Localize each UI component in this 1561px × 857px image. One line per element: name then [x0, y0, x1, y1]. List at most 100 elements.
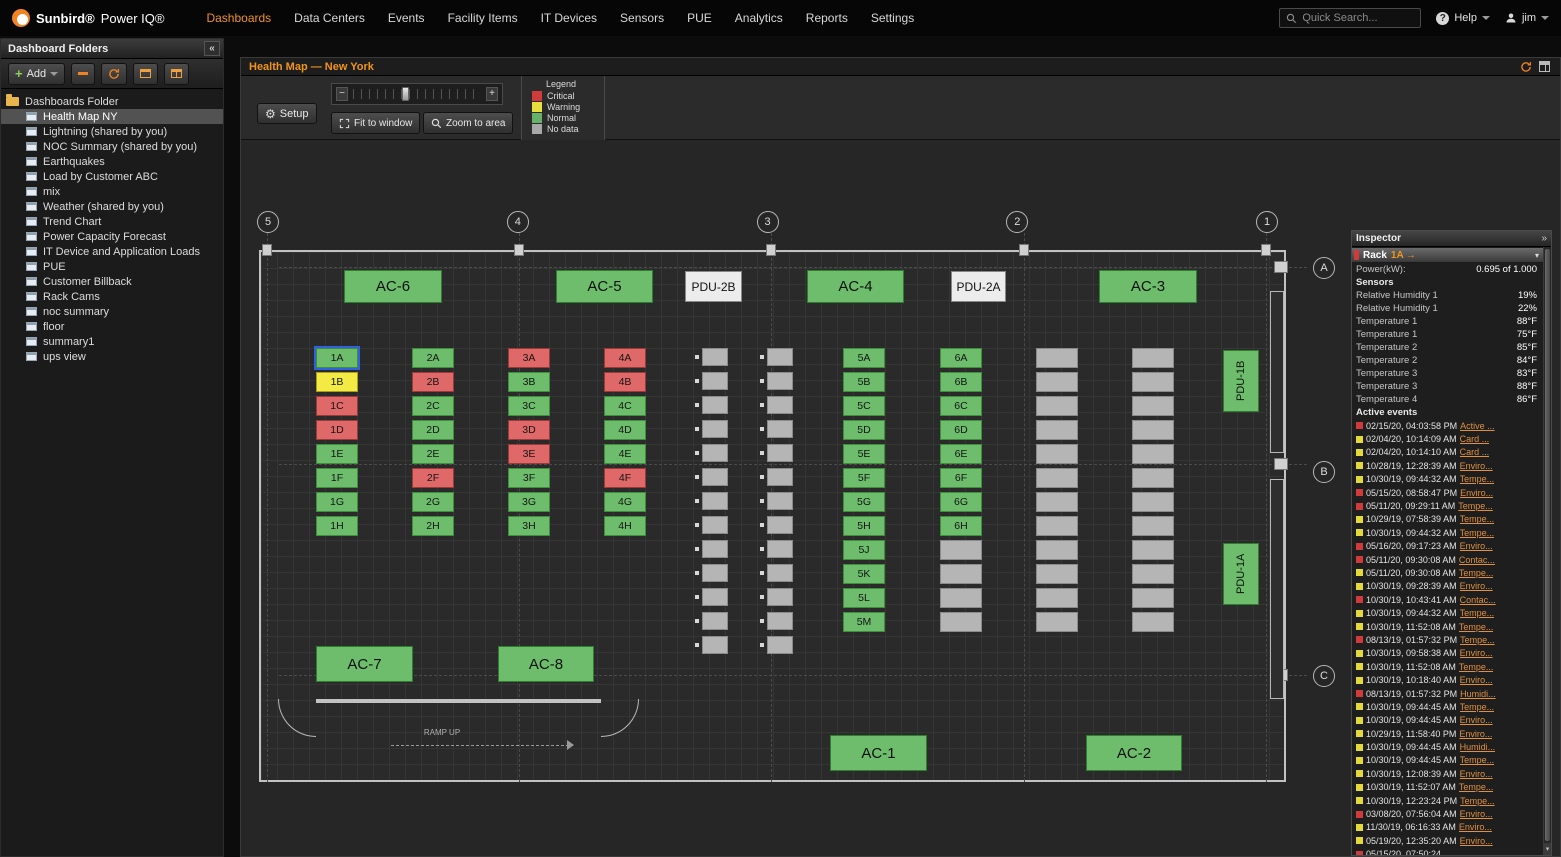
event-link[interactable]: Tempe...	[1460, 514, 1495, 524]
rack[interactable]: 2G	[412, 492, 454, 512]
rack[interactable]: 6B	[940, 372, 982, 392]
rack[interactable]: 1C	[316, 396, 358, 416]
rack[interactable]: 5A	[843, 348, 885, 368]
rack[interactable]: 4B	[604, 372, 646, 392]
event-link[interactable]: Tempe...	[1459, 782, 1494, 792]
rack[interactable]	[1036, 468, 1078, 488]
nav-item[interactable]: Facility Items	[448, 11, 518, 25]
event-link[interactable]: Tempe...	[1460, 635, 1495, 645]
zoom-out-icon[interactable]: −	[336, 87, 348, 101]
pdu-unit[interactable]: PDU-1B	[1223, 350, 1259, 412]
rack[interactable]	[767, 588, 793, 606]
rack[interactable]: 3H	[508, 516, 550, 536]
rack[interactable]: 1D	[316, 420, 358, 440]
rack[interactable]	[767, 420, 793, 438]
rack[interactable]	[1036, 540, 1078, 560]
rack[interactable]	[767, 612, 793, 630]
rack[interactable]: 5E	[843, 444, 885, 464]
scrollbar-thumb[interactable]	[1545, 249, 1550, 841]
rack[interactable]: 5L	[843, 588, 885, 608]
rack[interactable]	[1036, 612, 1078, 632]
rack[interactable]: 2D	[412, 420, 454, 440]
rack[interactable]: 5F	[843, 468, 885, 488]
rack[interactable]: 2E	[412, 444, 454, 464]
rack[interactable]	[940, 564, 982, 584]
tree-item[interactable]: Earthquakes	[1, 154, 223, 169]
rack[interactable]	[702, 588, 728, 606]
rack[interactable]: 6C	[940, 396, 982, 416]
zoom-in-icon[interactable]: +	[486, 87, 498, 101]
tree-item[interactable]: ups view	[1, 349, 223, 364]
tree-item[interactable]: floor	[1, 319, 223, 334]
add-button[interactable]: + Add	[8, 63, 65, 85]
rack[interactable]: 5M	[843, 612, 885, 632]
event-link[interactable]: Active ...	[1460, 421, 1495, 431]
nav-item[interactable]: IT Devices	[541, 11, 597, 25]
zoom-to-area-button[interactable]: Zoom to area	[423, 112, 513, 134]
event-link[interactable]: Enviro...	[1460, 648, 1493, 658]
rack[interactable]	[767, 564, 793, 582]
ac-unit[interactable]: AC-2	[1086, 735, 1182, 771]
nav-item[interactable]: Sensors	[620, 11, 664, 25]
rack[interactable]: 5C	[843, 396, 885, 416]
scrollbar[interactable]: ▾	[1543, 247, 1551, 855]
zoom-slider-handle[interactable]	[402, 87, 409, 101]
rack[interactable]	[767, 468, 793, 486]
event-link[interactable]: Enviro...	[1460, 836, 1493, 846]
rack[interactable]: 3D	[508, 420, 550, 440]
rack[interactable]	[1132, 540, 1174, 560]
rack[interactable]: 3B	[508, 372, 550, 392]
rack[interactable]: 5J	[843, 540, 885, 560]
tile-view-button[interactable]	[133, 63, 158, 85]
rack[interactable]	[1132, 588, 1174, 608]
rack[interactable]: 4F	[604, 468, 646, 488]
rack[interactable]: 1H	[316, 516, 358, 536]
rack[interactable]	[1132, 396, 1174, 416]
rack[interactable]	[1036, 444, 1078, 464]
remove-button[interactable]	[71, 63, 95, 85]
event-link[interactable]: Card ...	[1460, 447, 1490, 457]
rack[interactable]: 6A	[940, 348, 982, 368]
scroll-down-icon[interactable]: ▾	[1544, 843, 1551, 855]
refresh-button[interactable]	[101, 63, 127, 85]
tree-item[interactable]: NOC Summary (shared by you)	[1, 139, 223, 154]
rack[interactable]: 5B	[843, 372, 885, 392]
event-link[interactable]: Enviro...	[1460, 541, 1493, 551]
event-link[interactable]: Enviro...	[1460, 675, 1493, 685]
nav-item[interactable]: Dashboards	[206, 11, 271, 25]
rack[interactable]: 4H	[604, 516, 646, 536]
event-link[interactable]: Enviro...	[1459, 822, 1492, 832]
ac-unit[interactable]: AC-4	[807, 270, 904, 303]
rack[interactable]	[1132, 444, 1174, 464]
tree-item[interactable]: Lightning (shared by you)	[1, 124, 223, 139]
tree-item[interactable]: Power Capacity Forecast	[1, 229, 223, 244]
rack[interactable]	[1036, 492, 1078, 512]
event-link[interactable]: Tempe...	[1459, 568, 1494, 578]
rack[interactable]: 6D	[940, 420, 982, 440]
rack[interactable]	[1132, 348, 1174, 368]
rack[interactable]	[767, 396, 793, 414]
event-link[interactable]: Enviro...	[1459, 729, 1492, 739]
search-input[interactable]	[1302, 12, 1414, 24]
rack[interactable]	[1036, 396, 1078, 416]
rack[interactable]	[702, 348, 728, 366]
nav-item[interactable]: Reports	[806, 11, 848, 25]
rack[interactable]	[702, 396, 728, 414]
rack[interactable]	[1036, 564, 1078, 584]
event-link[interactable]: Tempe...	[1460, 474, 1495, 484]
pdu-unit[interactable]: PDU-1A	[1223, 543, 1259, 605]
rack[interactable]: 1G	[316, 492, 358, 512]
help-menu[interactable]: ? Help	[1436, 12, 1490, 25]
rack[interactable]: 2F	[412, 468, 454, 488]
rack[interactable]	[940, 540, 982, 560]
rack[interactable]	[1036, 348, 1078, 368]
rack[interactable]	[1132, 564, 1174, 584]
rack[interactable]	[1132, 372, 1174, 392]
rack[interactable]: 1A	[316, 348, 358, 368]
rack[interactable]: 5D	[843, 420, 885, 440]
rack[interactable]	[702, 564, 728, 582]
nav-item[interactable]: Settings	[871, 11, 914, 25]
setup-button[interactable]: ⚙ Setup	[257, 103, 317, 124]
ac-unit[interactable]: AC-5	[556, 270, 653, 303]
tree-item[interactable]: IT Device and Application Loads	[1, 244, 223, 259]
